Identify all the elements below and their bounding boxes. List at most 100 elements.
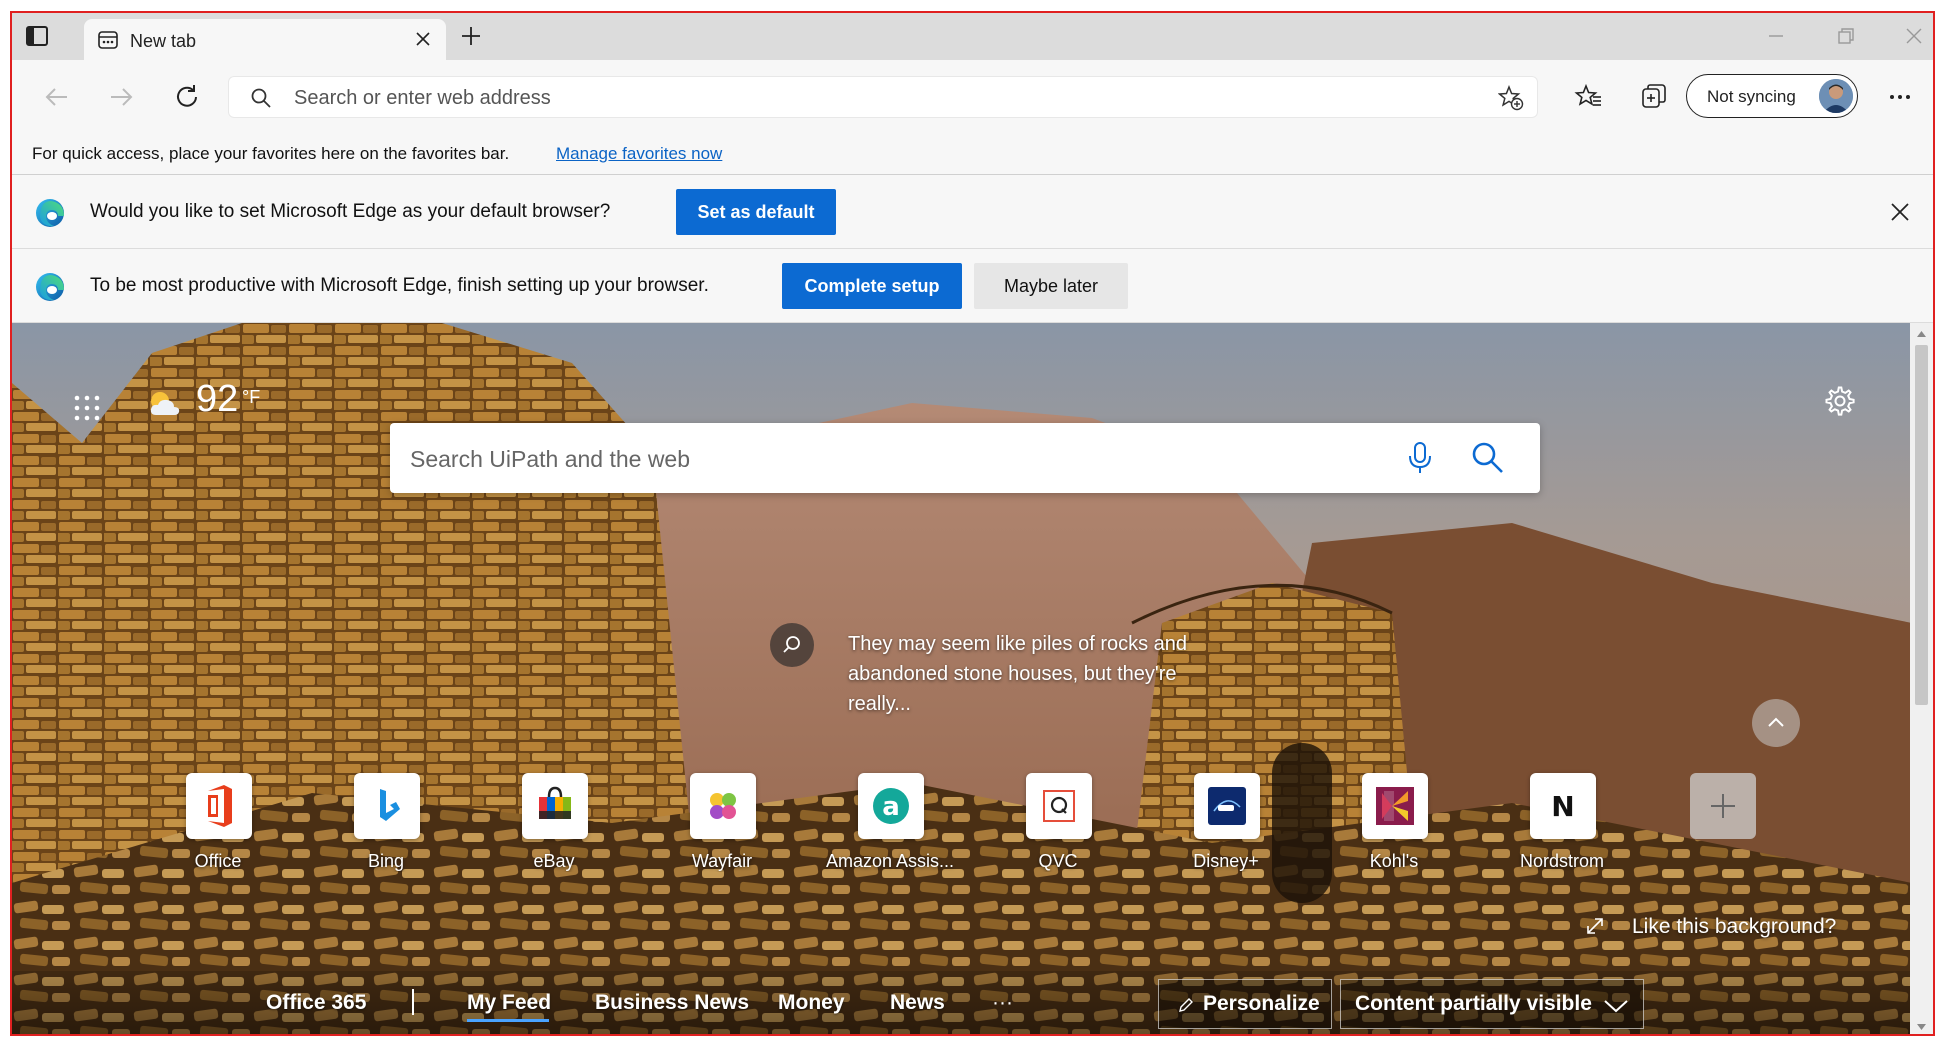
pencil-icon [1179, 998, 1193, 1012]
tab-actions-icon[interactable] [24, 23, 50, 49]
new-tab-page: 92 °F They may seem like piles of [12, 323, 1912, 1034]
add-favorite-icon[interactable] [1498, 85, 1524, 111]
favorites-icon[interactable] [1574, 82, 1602, 110]
apps-grid-icon[interactable] [72, 393, 102, 423]
expand-icon[interactable] [1584, 915, 1606, 937]
edge-logo-icon [36, 199, 64, 227]
tile-bing[interactable]: Bing [311, 773, 461, 883]
back-arrow-icon[interactable] [42, 82, 72, 112]
tile-label: Nordstrom [1519, 851, 1604, 871]
search-icon [783, 636, 800, 653]
partly-cloudy-icon[interactable] [146, 387, 182, 419]
scrollbar-thumb[interactable] [1915, 345, 1928, 705]
avatar [1819, 79, 1853, 113]
tile-label: QVC [1038, 851, 1078, 871]
favorites-bar: For quick access, place your favorites h… [12, 133, 1933, 175]
tab-title: New tab [130, 31, 197, 51]
tab-money[interactable]: Money [778, 991, 845, 1015]
tab-strip: New tab [12, 13, 1933, 60]
chevron-up-icon [1768, 717, 1784, 727]
complete-setup-button[interactable]: Complete setup [782, 263, 962, 309]
chevron-down-icon [1604, 1000, 1628, 1013]
active-tab-indicator [467, 1019, 549, 1022]
tile-kohls[interactable]: Kohl's [1319, 773, 1469, 883]
navigation-toolbar: Not syncing [12, 60, 1933, 133]
bing-icon [354, 773, 420, 839]
background-info-button[interactable] [770, 623, 814, 667]
personalize-label: Personalize [1203, 992, 1320, 1015]
personalize-button[interactable]: Personalize [1158, 979, 1332, 1029]
minimize-icon[interactable] [1764, 24, 1788, 48]
address-bar[interactable] [228, 76, 1538, 120]
tile-label: Bing [367, 851, 405, 871]
temperature-unit: °F [242, 387, 261, 407]
qvc-icon [1026, 773, 1092, 839]
kohls-icon [1362, 773, 1428, 839]
close-window-icon[interactable] [1902, 24, 1926, 48]
restore-icon[interactable] [1834, 24, 1858, 48]
tile-disney-plus[interactable]: Disney+ [1151, 773, 1301, 883]
tile-label: Kohl's [1369, 851, 1419, 871]
collections-icon[interactable] [1640, 82, 1668, 110]
sync-label: Not syncing [1707, 87, 1796, 106]
default-browser-infobar: Would you like to set Microsoft Edge as … [12, 175, 1933, 249]
close-icon[interactable] [414, 30, 432, 48]
maybe-later-button[interactable]: Maybe later [974, 263, 1128, 309]
forward-arrow-icon[interactable] [106, 82, 136, 112]
scroll-down-icon[interactable] [1910, 1020, 1933, 1034]
tile-label: Disney+ [1193, 851, 1259, 871]
more-tabs-button[interactable]: ··· [992, 991, 1013, 1015]
tab-favicon [98, 31, 118, 49]
background-caption[interactable]: They may seem like piles of rocks and ab… [848, 629, 1218, 719]
set-as-default-button[interactable]: Set as default [676, 189, 836, 235]
feed-office-365[interactable]: Office 365 [266, 991, 366, 1015]
svg-text:N: N [1551, 790, 1574, 823]
search-icon[interactable] [1470, 440, 1506, 476]
tile-qvc[interactable]: QVC [983, 773, 1133, 883]
tile-amazon-assistant[interactable]: a Amazon Assis... [815, 773, 965, 883]
scroll-up-icon[interactable] [1910, 327, 1933, 341]
more-icon[interactable] [1888, 92, 1912, 102]
content-visibility-label: Content partially visible [1355, 992, 1592, 1015]
profile-sync-button[interactable]: Not syncing [1686, 74, 1858, 118]
setup-message: To be most productive with Microsoft Edg… [90, 275, 709, 296]
plus-icon[interactable] [460, 25, 482, 47]
address-input[interactable] [292, 76, 1446, 120]
disney-plus-icon [1194, 773, 1260, 839]
scrollbar[interactable] [1910, 323, 1933, 1034]
microphone-icon[interactable] [1405, 440, 1435, 476]
nordstrom-icon: N [1530, 773, 1596, 839]
ntp-search-box[interactable] [390, 423, 1540, 495]
tile-label: eBay [533, 851, 575, 871]
tab-business-news[interactable]: Business News [595, 991, 749, 1015]
favorites-bar-message: For quick access, place your favorites h… [32, 144, 510, 163]
collapse-button[interactable] [1752, 699, 1800, 747]
browser-window: New tab Search or enter web address Not … [10, 11, 1935, 1036]
gear-icon[interactable] [1824, 385, 1856, 417]
feed-navigation-bar: Office 365 My Feed Business News Money N… [12, 971, 1912, 1034]
temperature-value[interactable]: 92 [196, 378, 238, 421]
tab-my-feed[interactable]: My Feed [467, 991, 551, 1015]
tile-ebay[interactable]: eBay [479, 773, 629, 883]
setup-infobar: To be most productive with Microsoft Edg… [12, 249, 1933, 323]
tile-wayfair[interactable]: Wayfair [647, 773, 797, 883]
tile-office[interactable]: Office [143, 773, 293, 883]
tile-label: Wayfair [691, 851, 753, 871]
search-icon [251, 88, 271, 108]
office-icon [186, 773, 252, 839]
ntp-search-input[interactable] [408, 423, 1372, 495]
tab-news[interactable]: News [890, 991, 945, 1015]
tab-new-tab[interactable]: New tab [84, 19, 446, 60]
tile-nordstrom[interactable]: N Nordstrom [1487, 773, 1637, 883]
amazon-assistant-icon: a [858, 773, 924, 839]
close-icon[interactable] [1889, 201, 1911, 223]
manage-favorites-link[interactable]: Manage favorites now [556, 144, 722, 164]
add-shortcut-button[interactable] [1690, 773, 1756, 839]
refresh-icon[interactable] [172, 82, 202, 112]
shopping-bag-icon [522, 773, 588, 839]
wayfair-icon [690, 773, 756, 839]
tile-label: Office [194, 851, 242, 871]
default-browser-message: Would you like to set Microsoft Edge as … [90, 201, 611, 222]
like-background-link[interactable]: Like this background? [1632, 915, 1836, 939]
content-visibility-dropdown[interactable]: Content partially visible [1340, 979, 1644, 1029]
